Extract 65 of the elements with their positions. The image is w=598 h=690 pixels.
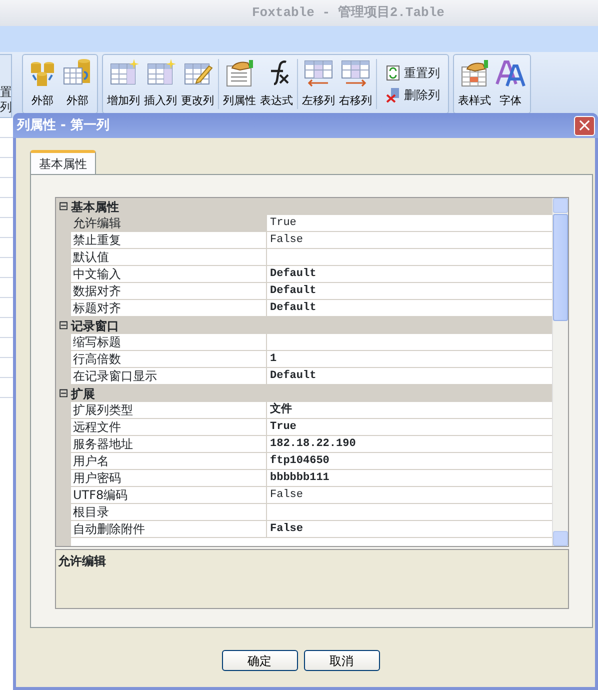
tab[interactable]: 基本属性 (30, 150, 96, 174)
property-value[interactable]: True (267, 419, 552, 436)
toolbar-button[interactable]: 删除列 (385, 84, 440, 106)
property-value[interactable]: False (267, 487, 552, 504)
document-hand-icon (224, 58, 255, 88)
scroll-up-button[interactable] (553, 198, 568, 213)
delete-column-icon (385, 87, 401, 103)
expand-toggle[interactable]: ⊟ (56, 386, 71, 401)
property-value[interactable]: 1 (267, 351, 552, 368)
toolbar-button[interactable]: 外部 (25, 55, 60, 113)
property-name[interactable]: 根目录 (71, 504, 267, 521)
property-value[interactable]: False (267, 232, 552, 249)
description-text: 允许编辑 (58, 554, 106, 568)
expand-toggle[interactable]: ⊟ (56, 199, 71, 214)
table-style-icon (459, 58, 490, 88)
font-icon (495, 58, 526, 88)
toolbar-label: 列 (0, 100, 11, 115)
toolbar-button[interactable]: 字体 (493, 55, 528, 113)
property-name[interactable]: 行高倍数 (71, 351, 267, 368)
toolbar-button[interactable]: 表样式 (456, 55, 493, 113)
move-right-icon (340, 58, 371, 88)
toolbar-button[interactable]: 右移列 (337, 55, 374, 113)
property-name[interactable]: 默认值 (71, 249, 267, 266)
window-title: Foxtable - 管理项目2.Table (252, 5, 444, 20)
property-value[interactable]: 182.18.22.190 (267, 436, 552, 453)
property-name[interactable]: 数据对齐 (71, 283, 267, 300)
property-name[interactable]: 用户名 (71, 453, 267, 470)
property-value[interactable]: bbbbbb111 (267, 470, 552, 487)
scroll-thumb[interactable] (553, 214, 568, 321)
scroll-down-button[interactable] (553, 531, 568, 546)
toolbar-button[interactable]: 插入列 (142, 55, 179, 113)
property-name[interactable]: 禁止重复 (71, 232, 267, 249)
dialog-button[interactable]: 取消 (304, 650, 380, 671)
property-value[interactable]: False (267, 521, 552, 538)
property-name[interactable]: 允许编辑 (71, 215, 267, 232)
property-name[interactable]: 远程文件 (71, 419, 267, 436)
move-left-icon (303, 58, 334, 88)
toolbar-button[interactable]: 更改列 (179, 55, 216, 113)
toolbar-button[interactable]: 表达式 (258, 55, 295, 113)
dialog-button[interactable]: 确定 (222, 650, 298, 671)
toolbar-button[interactable]: 重置列 (385, 62, 440, 84)
category-label: 扩展 (71, 386, 95, 402)
property-name[interactable]: 缩写标题 (71, 334, 267, 351)
toolbar-button[interactable]: 列属性 (221, 55, 258, 113)
property-name[interactable]: 服务器地址 (71, 436, 267, 453)
expand-toggle[interactable]: ⊟ (56, 318, 71, 333)
property-value[interactable]: Default (267, 283, 552, 300)
toolbar-button[interactable]: 外部 (60, 55, 95, 113)
property-name[interactable]: 扩展列类型 (71, 402, 267, 419)
property-name[interactable]: 中文输入 (71, 266, 267, 283)
close-button[interactable]: × (574, 116, 595, 136)
dialog-title: 列属性 - 第一列 (17, 116, 110, 135)
property-name[interactable]: 用户密码 (71, 470, 267, 487)
category-label: 基本属性 (71, 198, 119, 216)
property-value[interactable]: 文件 (267, 402, 552, 419)
property-name[interactable]: UTF8编码 (71, 487, 267, 504)
property-value[interactable]: ftp104650 (267, 453, 552, 470)
toolbar-button[interactable]: 增加列 (105, 55, 142, 113)
toolbar-button[interactable]: 左移列 (300, 55, 337, 113)
refresh-icon (385, 65, 401, 81)
scrollbar[interactable] (552, 198, 568, 546)
property-value[interactable]: True (267, 215, 552, 232)
category-label: 记录窗口 (71, 318, 119, 334)
property-name[interactable]: 自动删除附件 (71, 521, 267, 538)
property-value[interactable]: Default (267, 266, 552, 283)
